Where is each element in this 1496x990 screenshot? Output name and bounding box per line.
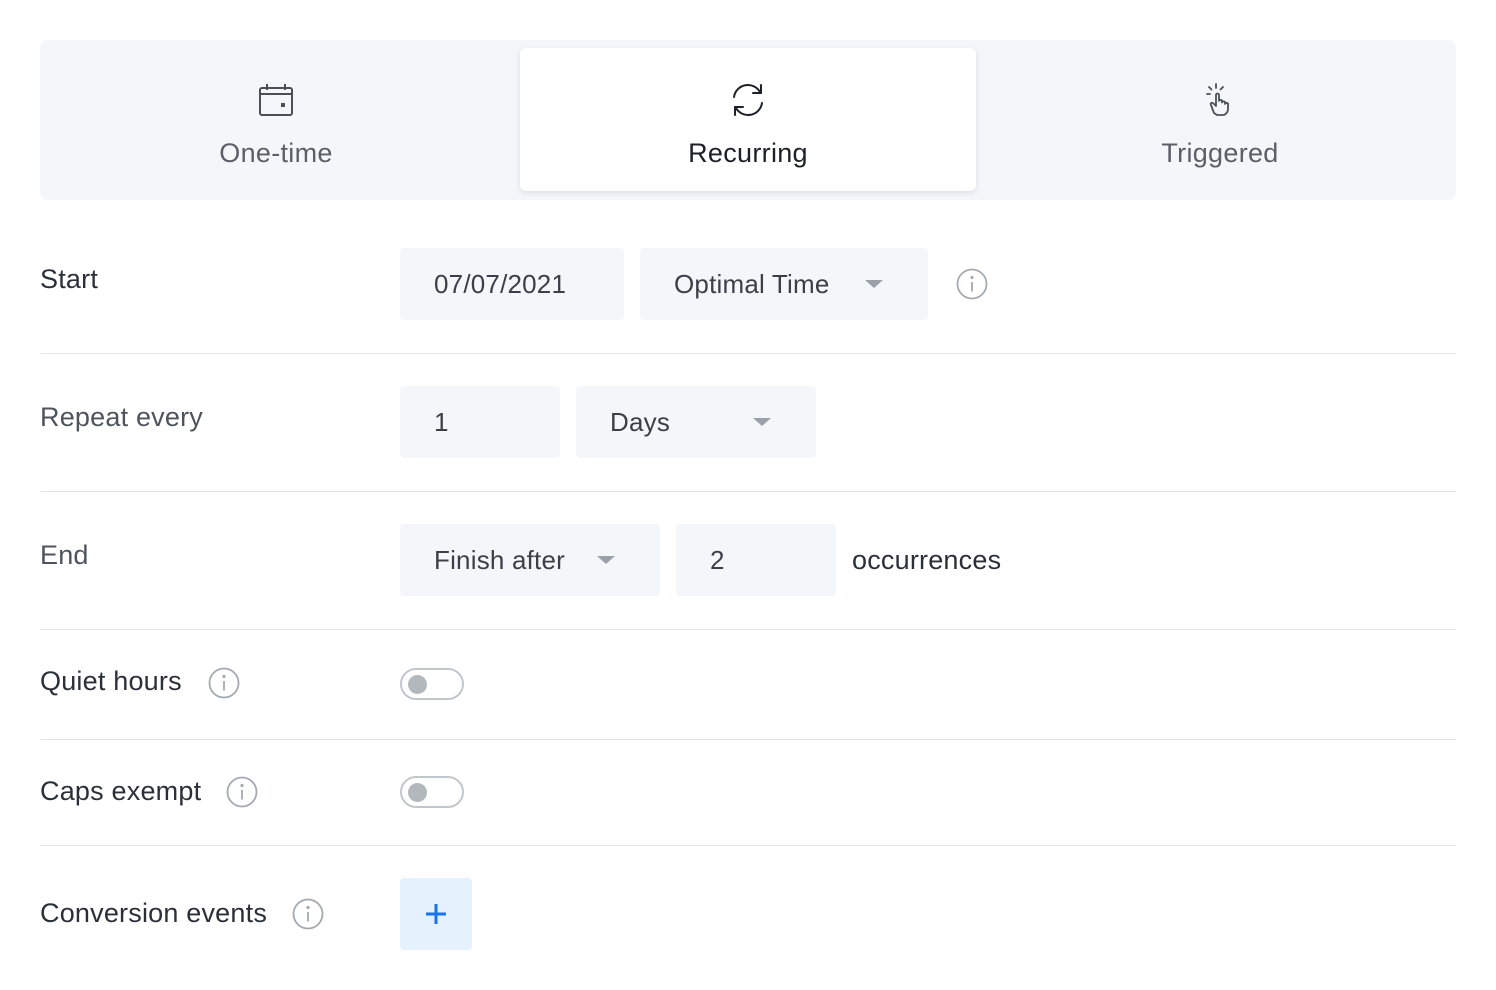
end-count-input[interactable]: 2 <box>676 524 836 596</box>
caps-exempt-row: Caps exempt <box>40 740 1456 846</box>
start-row: Start 07/07/2021 Optimal Time <box>40 200 1456 354</box>
caps-exempt-label: Caps exempt <box>40 776 202 806</box>
end-count-value: 2 <box>710 544 725 575</box>
conversion-events-row: Conversion events <box>40 846 1456 990</box>
repeat-interval-input[interactable]: 1 <box>400 386 560 458</box>
repeat-interval-value: 1 <box>434 406 449 437</box>
caps-exempt-toggle[interactable] <box>400 776 464 808</box>
schedule-type-tabs: One-time Recurring Triggered <box>40 40 1456 200</box>
tab-one-time[interactable]: One-time <box>48 48 504 191</box>
calendar-icon <box>256 80 296 120</box>
toggle-knob <box>408 675 427 694</box>
chevron-down-icon <box>865 280 883 288</box>
add-conversion-event-button[interactable] <box>400 878 472 950</box>
quiet-hours-row: Quiet hours <box>40 630 1456 740</box>
tab-triggered[interactable]: Triggered <box>992 48 1448 191</box>
start-label: Start <box>40 264 99 294</box>
tab-recurring[interactable]: Recurring <box>520 48 976 191</box>
end-mode-value: Finish after <box>434 544 566 575</box>
info-icon[interactable] <box>956 268 988 300</box>
tab-label: Recurring <box>688 138 808 168</box>
info-icon[interactable] <box>208 667 240 699</box>
start-date-field[interactable]: 07/07/2021 <box>400 248 624 320</box>
end-row: End Finish after 2 occurrences <box>40 492 1456 630</box>
info-icon[interactable] <box>226 776 258 808</box>
end-label: End <box>40 540 89 570</box>
start-date-value: 07/07/2021 <box>434 268 567 299</box>
refresh-icon <box>728 80 768 120</box>
tap-hand-icon <box>1200 80 1240 120</box>
start-time-select[interactable]: Optimal Time <box>640 248 928 320</box>
quiet-hours-toggle[interactable] <box>400 668 464 700</box>
tab-label: One-time <box>219 138 333 168</box>
conversion-events-label: Conversion events <box>40 898 268 928</box>
chevron-down-icon <box>753 418 771 426</box>
occurrences-label: occurrences <box>852 545 1002 575</box>
repeat-unit-value: Days <box>610 406 671 437</box>
repeat-unit-select[interactable]: Days <box>576 386 816 458</box>
toggle-knob <box>408 783 427 802</box>
end-mode-select[interactable]: Finish after <box>400 524 660 596</box>
repeat-label: Repeat every <box>40 402 203 432</box>
chevron-down-icon <box>597 556 615 564</box>
quiet-hours-label: Quiet hours <box>40 666 182 696</box>
tab-label: Triggered <box>1161 138 1279 168</box>
start-time-value: Optimal Time <box>674 268 830 299</box>
info-icon[interactable] <box>292 898 324 930</box>
plus-icon <box>426 904 446 924</box>
repeat-row: Repeat every 1 Days <box>40 354 1456 492</box>
